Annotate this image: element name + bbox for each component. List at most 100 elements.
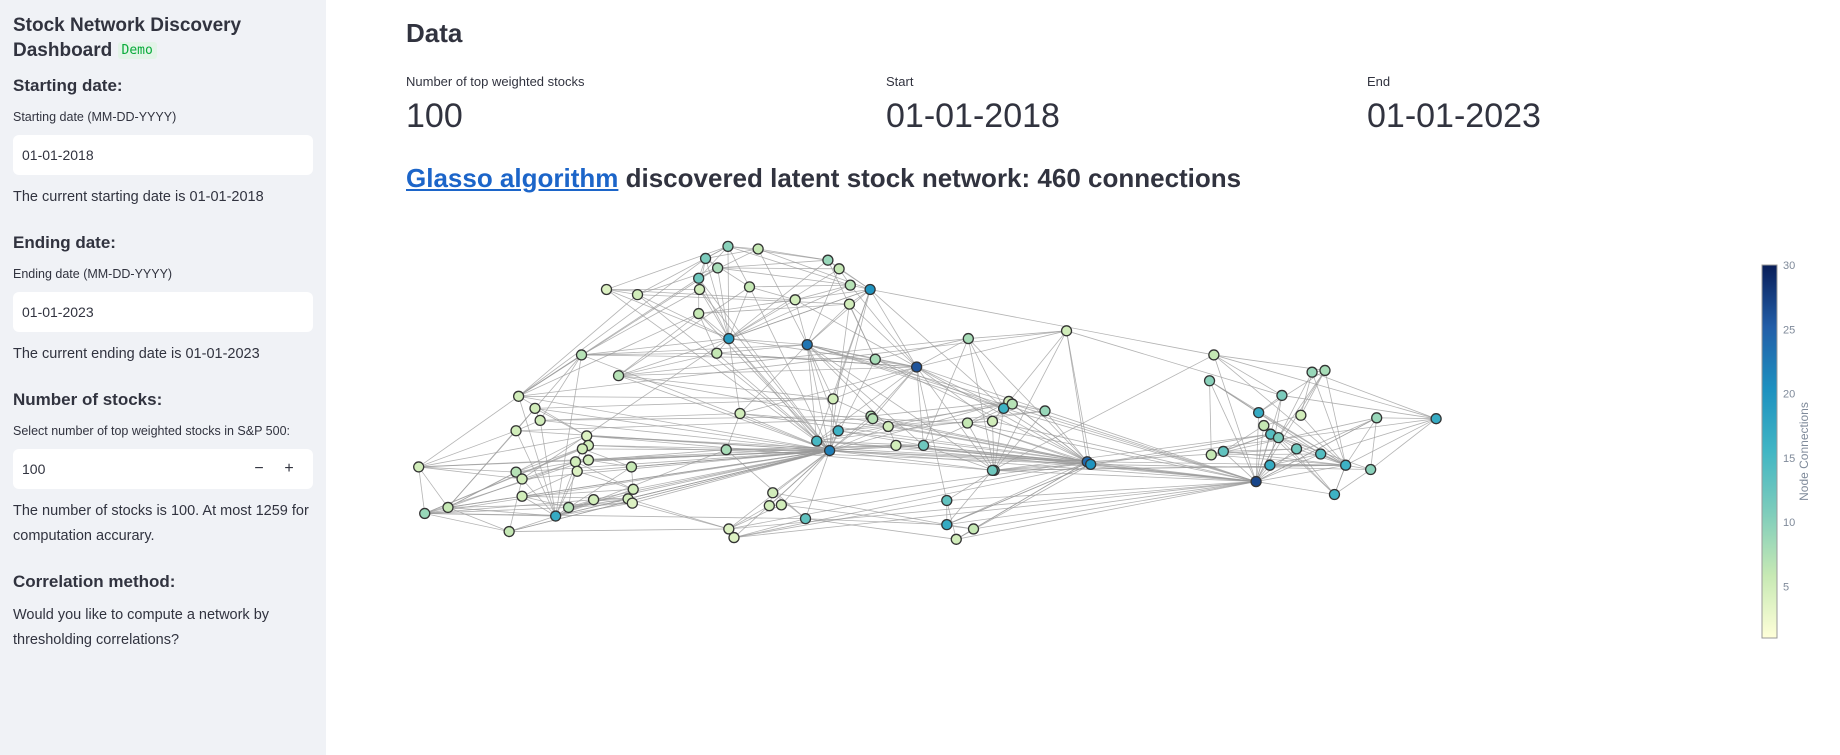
network-node[interactable] (612, 369, 625, 382)
network-node[interactable] (562, 501, 575, 514)
network-node[interactable] (775, 499, 788, 511)
network-node[interactable] (720, 444, 732, 456)
network-node[interactable] (581, 430, 593, 442)
network-edge (698, 313, 718, 354)
network-node[interactable] (1253, 407, 1265, 419)
network-node[interactable] (693, 283, 706, 296)
network-node[interactable] (503, 525, 515, 538)
network-node[interactable] (1328, 488, 1341, 501)
network-node[interactable] (1250, 475, 1262, 488)
network-edge (627, 498, 729, 530)
network-edge (1209, 380, 1212, 455)
network-node[interactable] (986, 464, 999, 477)
network-node[interactable] (1430, 413, 1442, 425)
network-node[interactable] (516, 473, 528, 485)
network-node[interactable] (1276, 389, 1288, 402)
network-node[interactable] (789, 294, 801, 306)
network-node[interactable] (843, 298, 856, 310)
network-node[interactable] (413, 461, 425, 473)
network-node[interactable] (864, 283, 876, 296)
network-node[interactable] (1290, 443, 1303, 455)
network-node[interactable] (529, 402, 541, 415)
network-node[interactable] (1039, 405, 1051, 417)
network-node[interactable] (516, 490, 528, 502)
network-node[interactable] (711, 347, 723, 359)
network-edge (739, 344, 808, 414)
network-node[interactable] (1272, 431, 1285, 444)
network-node[interactable] (1306, 366, 1318, 378)
network-node[interactable] (801, 338, 813, 351)
network-edge (637, 267, 718, 296)
network-node[interactable] (1006, 398, 1018, 410)
network-node[interactable] (950, 533, 962, 545)
network-node[interactable] (823, 444, 836, 457)
network-node[interactable] (693, 272, 705, 284)
network-node[interactable] (1085, 458, 1097, 470)
network-node[interactable] (910, 361, 923, 373)
network-node[interactable] (1295, 409, 1307, 421)
network-plot[interactable]: 5 10 15 20 25 30 Node Connections (0, 0, 1840, 755)
network-node[interactable] (587, 494, 600, 506)
network-node[interactable] (1208, 349, 1220, 361)
network-node[interactable] (811, 435, 823, 447)
network-node[interactable] (882, 420, 894, 433)
network-node[interactable] (550, 510, 562, 522)
network-node[interactable] (844, 279, 856, 291)
network-node[interactable] (822, 254, 834, 266)
network-node[interactable] (1319, 364, 1331, 377)
network-node[interactable] (512, 390, 525, 402)
network-node[interactable] (1060, 325, 1073, 337)
network-node[interactable] (625, 461, 638, 473)
network-node[interactable] (799, 512, 812, 525)
network-node[interactable] (693, 307, 705, 320)
network-node[interactable] (722, 240, 734, 253)
network-node[interactable] (600, 283, 613, 296)
network-node[interactable] (867, 413, 879, 425)
network-edge (967, 338, 1005, 409)
network-node[interactable] (832, 425, 844, 437)
network-node[interactable] (1371, 412, 1383, 424)
network-node[interactable] (734, 407, 746, 420)
network-node[interactable] (534, 414, 546, 427)
network-node[interactable] (752, 243, 764, 255)
network-node[interactable] (576, 443, 589, 455)
network-node[interactable] (419, 507, 431, 520)
network-node[interactable] (1258, 419, 1270, 432)
network-node[interactable] (575, 349, 588, 361)
network-node[interactable] (890, 439, 902, 452)
network-edge (418, 466, 523, 480)
network-node[interactable] (699, 252, 712, 265)
network-node[interactable] (833, 263, 845, 275)
network-node[interactable] (941, 494, 953, 507)
network-node[interactable] (869, 353, 881, 365)
network-node[interactable] (711, 262, 724, 274)
network-node[interactable] (1340, 459, 1352, 471)
network-node[interactable] (627, 483, 639, 495)
network-node[interactable] (728, 531, 740, 544)
network-node[interactable] (917, 439, 930, 452)
network-node[interactable] (631, 288, 644, 301)
network-node[interactable] (510, 425, 522, 437)
network-node[interactable] (582, 454, 595, 466)
network-node[interactable] (723, 332, 735, 345)
network-node[interactable] (962, 332, 974, 345)
network-node[interactable] (743, 281, 756, 293)
network-node[interactable] (1364, 463, 1377, 476)
network-node[interactable] (626, 497, 638, 509)
network-node[interactable] (961, 417, 974, 429)
network-node[interactable] (1315, 448, 1327, 460)
network-node[interactable] (442, 501, 454, 514)
network-node[interactable] (767, 487, 779, 499)
network-node[interactable] (941, 519, 953, 531)
network-node[interactable] (827, 393, 839, 405)
network-node[interactable] (1203, 375, 1216, 387)
network-edge (540, 415, 871, 421)
network-node[interactable] (1264, 459, 1276, 471)
network-node[interactable] (1205, 449, 1217, 461)
network-node[interactable] (571, 465, 583, 477)
network-node[interactable] (1217, 445, 1229, 458)
network-node[interactable] (986, 415, 999, 427)
network-node[interactable] (569, 456, 582, 468)
network-node[interactable] (763, 500, 775, 512)
network-node[interactable] (967, 523, 980, 535)
